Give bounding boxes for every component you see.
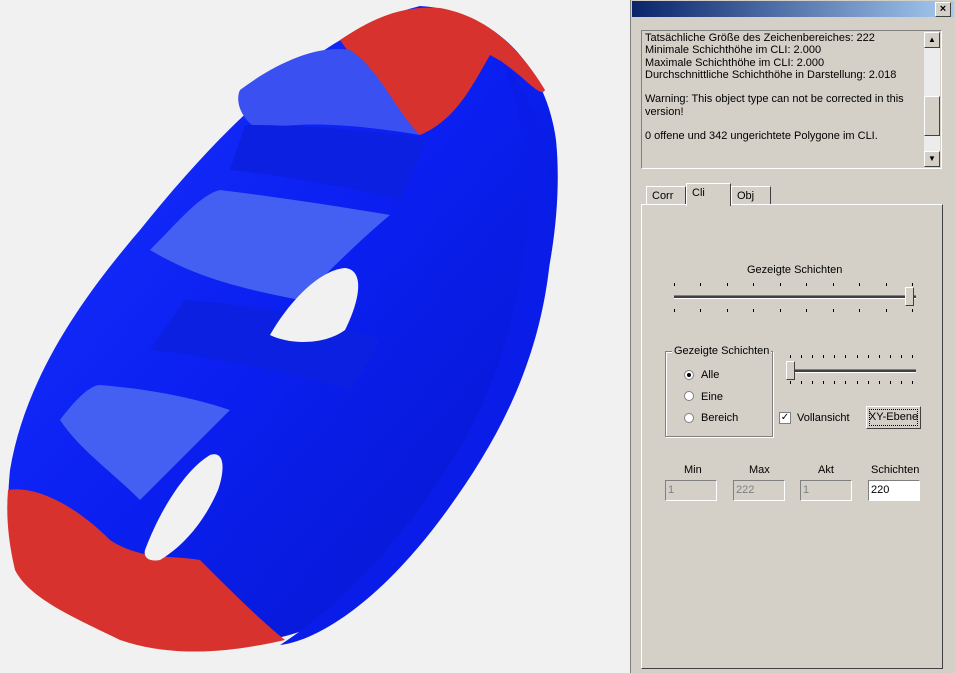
slider-tick [868,381,869,384]
slider-tick [674,309,675,312]
slider-tick [812,381,813,384]
slider-tick [886,283,887,286]
arrow-down-icon: ▼ [928,154,936,163]
radio-alle[interactable] [684,370,694,380]
max-field[interactable]: 222 [733,480,785,501]
slider-tick [801,381,802,384]
full-view-label: Vollansicht [797,412,850,424]
radio-eine-label: Eine [701,391,724,403]
layers-label: Schichten [871,464,920,476]
slider-tick [700,283,701,286]
slider-tick [833,283,834,286]
slider-tick [780,309,781,312]
panel-title-bar[interactable]: × [632,1,954,17]
shown-layers-label: Gezeigte Schichten [747,264,843,276]
slider-tick [859,283,860,286]
radio-bereich-label: Bereich [701,412,739,424]
slider-tick [886,309,887,312]
radio-eine[interactable] [684,391,694,401]
checkmark-icon: ✓ [780,412,790,423]
tab-cli[interactable]: Cli [686,183,731,206]
min-field[interactable]: 1 [665,480,717,501]
slider-ticks-top [674,283,914,287]
slider-tick [890,355,891,358]
slider-tick [753,309,754,312]
full-view-checkbox[interactable]: ✓ [779,412,791,424]
tab-obj[interactable]: Obj [731,186,771,204]
slider-tick [790,381,791,384]
slider-tick [727,309,728,312]
scroll-down-button[interactable]: ▼ [924,151,940,167]
tab-obj-label: Obj [737,190,755,202]
3d-viewport[interactable] [0,0,630,673]
slider-tick [912,283,913,286]
slider-tick [845,355,846,358]
slider-tick [790,355,791,358]
slider-tick [834,381,835,384]
secondary-slider-thumb[interactable] [786,361,795,380]
log-scrollbar[interactable]: ▲ ▼ [924,32,940,167]
slider-tick [912,355,913,358]
log-text: Tatsächliche Größe des Zeichenbereiches:… [645,32,904,143]
radio-bereich[interactable] [684,413,694,423]
slider-tick [801,355,802,358]
slider-tick [700,309,701,312]
slider-tick [879,355,880,358]
xy-plane-button[interactable]: XY-Ebene [866,406,921,429]
slider-tick [806,283,807,286]
slider-tick [806,309,807,312]
slider-tick [879,381,880,384]
secondary-slider-ticks-top [790,355,914,359]
slider-tick [868,355,869,358]
slider-tick [674,283,675,286]
tab-corr[interactable]: Corr [646,186,686,204]
slider-tick [901,355,902,358]
group-title: Gezeigte Schichten [672,345,772,357]
slider-tick [857,381,858,384]
min-label: Min [684,464,702,476]
slider-tick [833,309,834,312]
close-icon: × [939,3,947,15]
secondary-slider-track[interactable] [787,369,916,373]
slider-tick [753,283,754,286]
model-render [7,6,558,652]
panel-title [632,1,635,13]
tab-corr-label: Corr [652,190,674,202]
slider-tick [812,355,813,358]
radio-alle-label: Alle [701,369,720,381]
layers-slider-track[interactable] [674,295,916,299]
log-output[interactable]: Tatsächliche Größe des Zeichenbereiches:… [641,30,942,169]
akt-label: Akt [818,464,834,476]
slider-tick [834,355,835,358]
secondary-slider-ticks-bottom [790,381,914,385]
akt-field[interactable]: 1 [800,480,852,501]
slider-tick [890,381,891,384]
slider-tick [780,283,781,286]
max-label: Max [749,464,770,476]
arrow-up-icon: ▲ [928,35,936,44]
slider-tick [857,355,858,358]
scroll-thumb[interactable] [924,96,940,136]
tab-cli-label: Cli [692,187,705,199]
layers-slider-thumb[interactable] [905,287,914,306]
close-button[interactable]: × [935,2,951,17]
slider-tick [823,381,824,384]
slider-tick [727,283,728,286]
slider-tick [912,381,913,384]
slider-tick [823,355,824,358]
slider-tick [901,381,902,384]
slider-ticks-bottom [674,309,914,313]
scroll-up-button[interactable]: ▲ [924,32,940,48]
slider-tick [859,309,860,312]
slider-tick [845,381,846,384]
layers-field[interactable]: 220 [868,480,920,501]
slider-tick [912,309,913,312]
